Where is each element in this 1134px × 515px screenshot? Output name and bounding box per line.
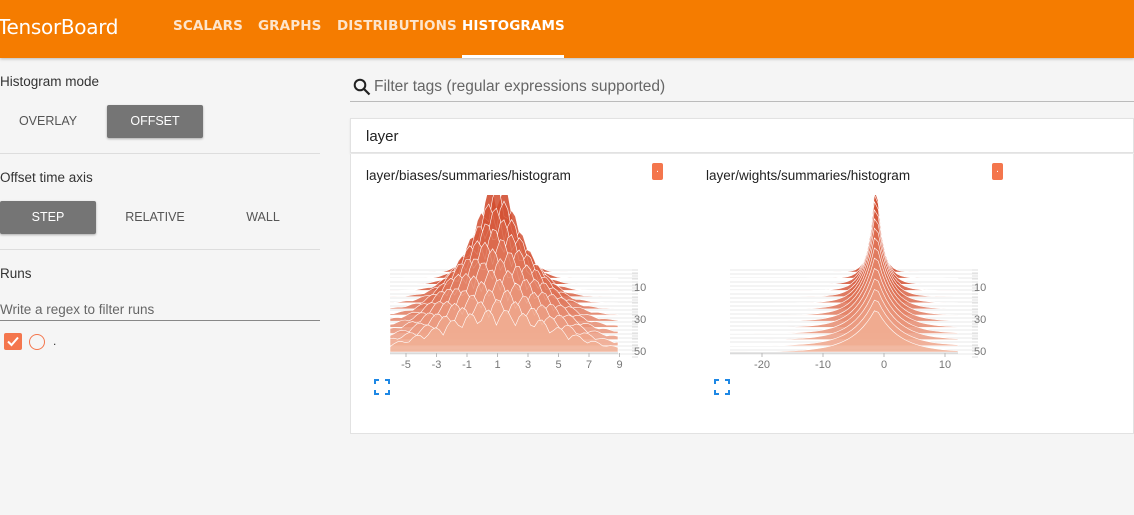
tab-graphs[interactable]: GRAPHS [258,0,321,58]
x-tick-label: -5 [401,359,411,371]
x-tick-label: 7 [586,359,592,371]
tab-histograms[interactable]: HISTOGRAMS [462,0,565,58]
offset-time-axis-title: Offset time axis [0,170,93,185]
histogram-chart-biases: -5 -3 -1 1 3 5 7 9 10 30 50 [389,195,646,371]
relative-axis-button[interactable]: RELATIVE [107,201,203,234]
run-badge: . [652,163,663,180]
run-checkbox[interactable] [4,333,22,350]
overlay-mode-button[interactable]: OVERLAY [0,105,96,138]
x-tick-label: 1 [494,359,500,371]
tag-group-name: layer [366,128,399,145]
wall-axis-button[interactable]: WALL [215,201,311,234]
histogram-chart-weights: -20 -10 0 10 10 30 50 [729,195,986,371]
y-tick-label: 10 [634,282,646,294]
y-tick-label: 10 [974,282,986,294]
x-tick-label: 9 [616,359,622,371]
y-tick-label: 50 [974,346,986,358]
tab-scalars[interactable]: SCALARS [173,0,243,58]
app-brand: TensorBoard [0,15,119,39]
step-axis-button[interactable]: STEP [0,201,96,234]
histogram-mode-title: Histogram mode [0,74,100,89]
expand-icon[interactable] [714,379,730,395]
x-tick-label: -3 [432,359,442,371]
tag-filter [350,72,1134,102]
run-badge: . [992,163,1003,180]
checkmark-icon [7,336,19,347]
expand-icon[interactable] [374,379,390,395]
tag-group-header[interactable]: layer [350,118,1134,153]
x-tick-label: -20 [754,359,770,371]
search-icon [353,78,371,96]
runs-title: Runs [0,266,32,281]
histogram-card-title: layer/wights/summaries/histogram [706,168,911,183]
divider [0,249,320,250]
run-name: . [53,334,57,348]
sidebar: Histogram mode OVERLAY OFFSET Offset tim… [0,58,320,515]
tag-filter-input[interactable] [374,75,1124,99]
x-tick-label: -10 [815,359,831,371]
x-tick-label: -1 [462,359,472,371]
x-tick-label: 5 [555,359,561,371]
top-app-bar: TensorBoard SCALARS GRAPHS DISTRIBUTIONS… [0,0,1134,58]
x-tick-label: 3 [525,359,531,371]
run-color-radio[interactable] [29,334,45,350]
y-tick-label: 30 [634,314,646,326]
histogram-card-title: layer/biases/summaries/histogram [366,168,571,183]
x-tick-label: 0 [881,359,887,371]
y-tick-label: 50 [634,346,646,358]
y-tick-label: 30 [974,314,986,326]
offset-mode-button[interactable]: OFFSET [107,105,203,138]
x-tick-label: 10 [939,359,951,371]
divider [0,153,320,154]
run-filter-input[interactable] [0,299,320,321]
tab-distributions[interactable]: DISTRIBUTIONS [337,0,457,58]
active-tab-indicator [462,55,564,58]
